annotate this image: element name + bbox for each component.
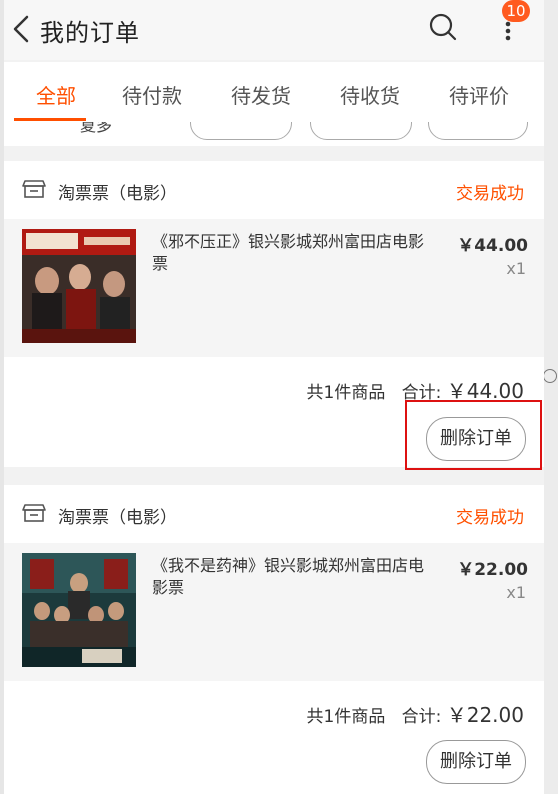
partial-action-button[interactable] <box>190 122 292 140</box>
delete-order-button[interactable]: 删除订单 <box>426 740 526 784</box>
item-price: ￥22.00 <box>457 560 528 580</box>
item-quantity: x1 <box>506 583 526 602</box>
order-summary: 共1件商品 合计: ￥22.00 <box>307 699 524 728</box>
notification-badge: 10 <box>502 0 530 22</box>
order-item[interactable]: 《我不是药神》银兴影城郑州富田店电影票 ￥22.00 x1 <box>4 543 544 681</box>
item-quantity: x1 <box>506 259 526 278</box>
movie-poster-image <box>22 553 136 667</box>
orders-app: 我的订单 10 全部 待付款 待发货 待收货 待评价 夏多 淘票票（电影） 交易… <box>4 0 544 794</box>
partial-text-fragment: 夏多 <box>80 122 113 135</box>
partial-action-button[interactable] <box>428 122 528 140</box>
back-arrow-icon[interactable] <box>10 14 34 44</box>
tab-pending-review[interactable]: 待评价 <box>449 80 509 109</box>
tab-pending-payment[interactable]: 待付款 <box>122 80 182 109</box>
total-amount: ￥22.00 <box>446 703 524 727</box>
store-icon <box>22 180 46 198</box>
edge-circle-icon <box>543 369 557 383</box>
tab-pending-receipt[interactable]: 待收货 <box>340 80 400 109</box>
item-count: 共1件商品 <box>306 707 386 727</box>
partial-action-button[interactable] <box>310 122 412 140</box>
item-title: 《邪不压正》银兴影城郑州富田店电影票 <box>152 232 425 273</box>
highlight-box <box>405 400 542 470</box>
tab-all[interactable]: 全部 <box>36 80 76 109</box>
tab-pending-shipment[interactable]: 待发货 <box>231 80 291 109</box>
active-tab-indicator <box>14 118 86 121</box>
order-tabs: 全部 待付款 待发货 待收货 待评价 <box>4 62 544 122</box>
item-title: 《我不是药神》银兴影城郑州富田店电影票 <box>152 556 425 597</box>
movie-poster-image <box>22 229 136 343</box>
order-status: 交易成功 <box>456 184 524 204</box>
order-card: 淘票票（电影） 交易成功 《我不是药神》银兴影城郑州富田店电影票 ￥22.00 <box>4 485 544 794</box>
store-row[interactable]: 淘票票（电影） 交易成功 <box>4 485 544 543</box>
top-bar: 我的订单 10 <box>4 0 544 60</box>
item-count: 共1件商品 <box>306 383 386 403</box>
store-icon <box>22 504 46 522</box>
previous-order-actions-partial: 夏多 <box>4 122 544 146</box>
window-right-edge <box>544 0 558 794</box>
page-title: 我的订单 <box>40 19 140 47</box>
order-item[interactable]: 《邪不压正》银兴影城郑州富田店电影票 ￥44.00 x1 <box>4 219 544 357</box>
total-label: 合计: <box>401 707 442 727</box>
store-name: 淘票票（电影） <box>58 508 177 528</box>
order-status: 交易成功 <box>456 508 524 528</box>
store-row[interactable]: 淘票票（电影） 交易成功 <box>4 161 544 219</box>
search-icon[interactable] <box>428 12 458 42</box>
item-price: ￥44.00 <box>457 236 528 256</box>
store-name: 淘票票（电影） <box>58 184 177 204</box>
